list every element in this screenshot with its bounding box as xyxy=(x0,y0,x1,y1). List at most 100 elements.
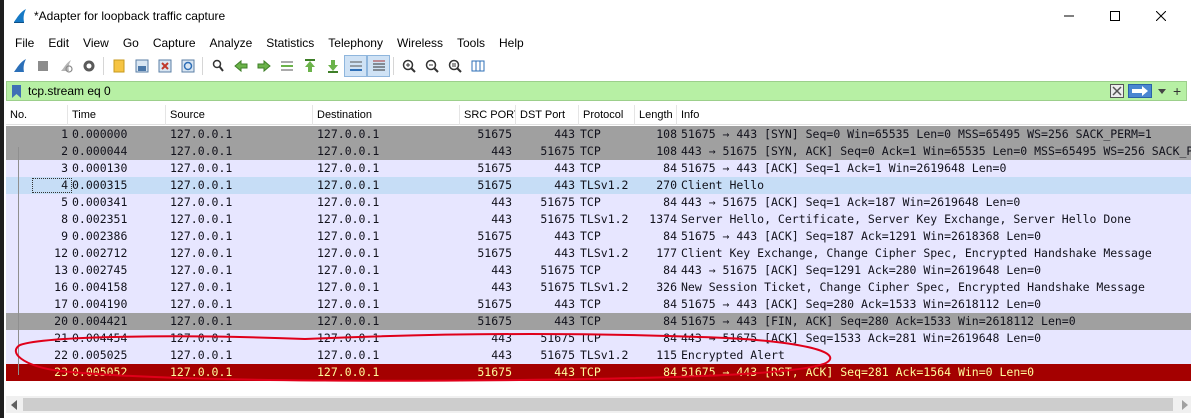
column-header-destination[interactable]: Destination xyxy=(313,105,460,125)
toolbar-separator xyxy=(393,57,394,75)
menu-edit[interactable]: Edit xyxy=(41,33,76,53)
resize-columns-button[interactable] xyxy=(466,55,489,77)
packet-row[interactable]: 1 0.000000 127.0.0.1 127.0.0.1 51675 443 TCP 10… xyxy=(6,126,1191,143)
cell-time: 0.004454 xyxy=(72,331,128,345)
column-header-info[interactable]: Info xyxy=(677,105,1191,125)
packet-row[interactable]: 9 0.002386 127.0.0.1 127.0.0.1 51675 443 TCP 84… xyxy=(6,228,1191,245)
packet-row[interactable]: 23 0.005052 127.0.0.1 127.0.0.1 51675 443 TCP 8… xyxy=(6,364,1191,381)
menu-file[interactable]: File xyxy=(8,33,41,53)
cell-info: 51675 → 443 [ACK] Seq=187 Ack=1291 Win=2… xyxy=(681,229,1042,243)
menu-tools[interactable]: Tools xyxy=(450,33,492,53)
column-header-length[interactable]: Length xyxy=(635,105,677,125)
packet-row[interactable]: 17 0.004190 127.0.0.1 127.0.0.1 51675 443 TCP 8… xyxy=(6,296,1191,313)
chevron-down-icon[interactable] xyxy=(1157,86,1167,96)
go-back-button[interactable] xyxy=(229,55,252,77)
menu-go[interactable]: Go xyxy=(116,33,146,53)
cell-time: 0.000000 xyxy=(72,127,128,141)
save-file-button[interactable] xyxy=(130,55,153,77)
cell-protocol: TCP xyxy=(580,161,601,175)
menu-wireless[interactable]: Wireless xyxy=(390,33,450,53)
maximize-button[interactable] xyxy=(1092,0,1138,32)
restart-capture-button[interactable] xyxy=(54,55,77,77)
packet-row[interactable]: 4 0.000315 127.0.0.1 127.0.0.1 51675 443 TLSv1… xyxy=(6,177,1191,194)
column-header-src-port[interactable]: SRC PORT xyxy=(460,105,516,125)
reload-file-button[interactable] xyxy=(176,55,199,77)
scrollbar-thumb[interactable] xyxy=(23,398,1173,411)
apply-filter-button[interactable] xyxy=(1128,84,1152,98)
menu-analyze[interactable]: Analyze xyxy=(203,33,260,53)
colorize-icon xyxy=(372,60,385,71)
menu-view[interactable]: View xyxy=(76,33,116,53)
scroll-right-icon[interactable] xyxy=(1182,400,1188,410)
go-forward-button[interactable] xyxy=(252,55,275,77)
cell-no: 20 xyxy=(54,314,68,328)
column-header-protocol[interactable]: Protocol xyxy=(579,105,635,125)
clear-filter-button[interactable] xyxy=(1110,84,1124,98)
packet-row[interactable]: 21 0.004454 127.0.0.1 127.0.0.1 443 51675 TCP 8… xyxy=(6,330,1191,347)
go-first-packet-button[interactable] xyxy=(298,55,321,77)
cell-destination: 127.0.0.1 xyxy=(317,280,380,294)
packet-row[interactable]: 20 0.004421 127.0.0.1 127.0.0.1 51675 443 TCP 8… xyxy=(6,313,1191,330)
packet-row[interactable]: 13 0.002745 127.0.0.1 127.0.0.1 443 51675 TCP 8… xyxy=(6,262,1191,279)
packet-row[interactable]: 22 0.005025 127.0.0.1 127.0.0.1 443 51675 TLSv… xyxy=(6,347,1191,364)
cell-src-port: 443 xyxy=(491,280,512,294)
close-icon xyxy=(1156,11,1166,21)
menu-telephony[interactable]: Telephony xyxy=(321,33,390,53)
cell-destination: 127.0.0.1 xyxy=(317,178,380,192)
packet-row[interactable]: 2 0.000044 127.0.0.1 127.0.0.1 443 51675 TCP 10… xyxy=(6,143,1191,160)
cell-src-port: 51675 xyxy=(477,246,512,260)
go-last-packet-button[interactable] xyxy=(321,55,344,77)
cell-info: Client Key Exchange, Change Cipher Spec,… xyxy=(681,246,1152,260)
find-packet-button[interactable] xyxy=(206,55,229,77)
packet-row[interactable]: 3 0.000130 127.0.0.1 127.0.0.1 51675 443 TCP 84… xyxy=(6,160,1191,177)
zoom-in-button[interactable] xyxy=(397,55,420,77)
start-capture-button[interactable] xyxy=(8,55,31,77)
cell-protocol: TCP xyxy=(580,297,601,311)
zoom-out-button[interactable] xyxy=(420,55,443,77)
clear-icon xyxy=(1112,86,1122,96)
cell-no: 23 xyxy=(54,365,68,379)
toolbar-separator xyxy=(202,57,203,75)
menu-help[interactable]: Help xyxy=(492,33,531,53)
cell-time: 0.005052 xyxy=(72,365,128,379)
column-header-source[interactable]: Source xyxy=(166,105,313,125)
cell-source: 127.0.0.1 xyxy=(170,178,233,192)
cell-info: 443 → 51675 [ACK] Seq=1291 Ack=280 Win=2… xyxy=(681,263,1042,277)
minimize-button[interactable] xyxy=(1046,0,1092,32)
cell-length: 177 xyxy=(656,246,677,260)
packet-row[interactable]: 5 0.000341 127.0.0.1 127.0.0.1 443 51675 TCP 84… xyxy=(6,194,1191,211)
go-to-packet-button[interactable] xyxy=(275,55,298,77)
menu-capture[interactable]: Capture xyxy=(146,33,203,53)
horizontal-scrollbar[interactable] xyxy=(6,396,1191,413)
zoom-normal-button[interactable] xyxy=(443,55,466,77)
cell-length: 84 xyxy=(663,161,677,175)
stop-capture-button[interactable] xyxy=(31,55,54,77)
column-header-dst-port[interactable]: DST Port xyxy=(516,105,579,125)
menu-statistics[interactable]: Statistics xyxy=(259,33,321,53)
scroll-left-icon[interactable] xyxy=(11,400,17,410)
colorize-button[interactable] xyxy=(367,55,390,77)
cell-source: 127.0.0.1 xyxy=(170,212,233,226)
cell-protocol: TCP xyxy=(580,229,601,243)
menu-bar: File Edit View Go Capture Analyze Statis… xyxy=(4,33,1191,53)
cell-source: 127.0.0.1 xyxy=(170,348,233,362)
cell-source: 127.0.0.1 xyxy=(170,246,233,260)
open-file-button[interactable] xyxy=(107,55,130,77)
close-file-button[interactable] xyxy=(153,55,176,77)
close-window-button[interactable] xyxy=(1138,0,1184,32)
packet-row[interactable]: 12 0.002712 127.0.0.1 127.0.0.1 51675 443 TLSv… xyxy=(6,245,1191,262)
display-filter-bar: tcp.stream eq 0 + xyxy=(6,81,1187,101)
cell-info: 443 → 51675 [ACK] Seq=1 Ack=187 Win=2619… xyxy=(681,195,1021,209)
column-header-time[interactable]: Time xyxy=(68,105,166,125)
cell-length: 84 xyxy=(663,263,677,277)
packet-row[interactable]: 16 0.004158 127.0.0.1 127.0.0.1 443 51675 TLSv… xyxy=(6,279,1191,296)
autoscroll-button[interactable] xyxy=(344,55,367,77)
cell-time: 0.002712 xyxy=(72,246,128,260)
column-header-no[interactable]: No. xyxy=(6,105,68,125)
add-filter-button[interactable]: + xyxy=(1173,82,1181,100)
capture-options-button[interactable] xyxy=(77,55,100,77)
packet-row[interactable]: 8 0.002351 127.0.0.1 127.0.0.1 443 51675 TLSv1… xyxy=(6,211,1191,228)
bookmark-icon[interactable] xyxy=(11,85,22,98)
display-filter-input[interactable]: tcp.stream eq 0 xyxy=(28,84,111,99)
cell-source: 127.0.0.1 xyxy=(170,331,233,345)
